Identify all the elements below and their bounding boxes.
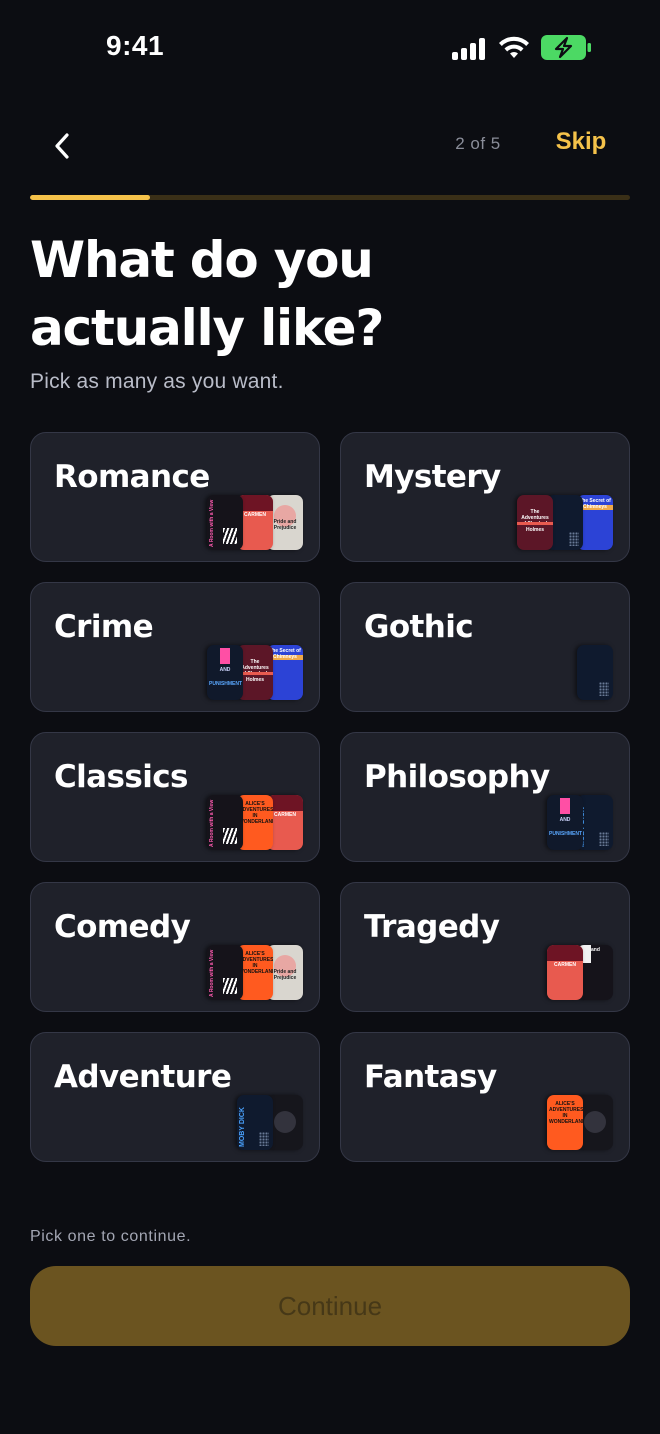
genre-label: Romance <box>54 459 210 495</box>
genre-label: Crime <box>54 609 154 645</box>
page-title-line-1: What do you <box>30 231 374 289</box>
wifi-icon <box>499 36 529 58</box>
page-title-line-2: actually like? <box>30 299 384 357</box>
genre-label: Philosophy <box>364 759 550 795</box>
genre-card-tragedy[interactable]: Tragedy and CARMEN <box>340 882 630 1012</box>
status-bar: 9:41 <box>0 0 660 96</box>
genre-label: Adventure <box>54 1059 232 1095</box>
skip-button[interactable]: Skip <box>545 128 617 156</box>
book-covers: MOBY DICK AND PUNISHMENT <box>547 795 613 851</box>
book-cover-crime-punishment: AND PUNISHMENT <box>207 645 243 700</box>
genre-card-classics[interactable]: Classics CARMEN ALICE'S ADVENTURES IN WO… <box>30 732 320 862</box>
genre-card-romance[interactable]: Romance Pride and Prejudice CARMEN A Roo… <box>30 432 320 562</box>
book-cover-room: A Room with a View <box>207 945 243 1000</box>
chevron-left-icon <box>55 133 69 159</box>
page-subtitle: Pick as many as you want. <box>30 370 284 393</box>
book-covers: Pride and Prejudice CARMEN A Room with a… <box>207 495 303 551</box>
book-covers: ALICE'S ADVENTURES IN WONDERLAND <box>547 1095 613 1151</box>
page-title: What do you actually like? <box>30 226 630 362</box>
continue-hint: Pick one to continue. <box>30 1228 192 1245</box>
back-button[interactable] <box>40 124 84 168</box>
step-counter: 2 of 5 <box>455 134 501 153</box>
progress-bar <box>30 195 630 200</box>
book-covers: The Secret of Chimneys The Adventures of… <box>517 495 613 551</box>
genre-card-mystery[interactable]: Mystery The Secret of Chimneys The Adven… <box>340 432 630 562</box>
genre-card-fantasy[interactable]: Fantasy ALICE'S ADVENTURES IN WONDERLAND <box>340 1032 630 1162</box>
genre-label: Classics <box>54 759 188 795</box>
book-covers: The Secret of Chimneys The Adventures of… <box>207 645 303 701</box>
book-covers: MOBY DICK <box>237 1095 303 1151</box>
cellular-signal-icon <box>452 38 488 60</box>
genre-label: Fantasy <box>364 1059 497 1095</box>
book-cover-sherlock: The Adventures of Sherlock Holmes <box>517 495 553 550</box>
genre-label: Mystery <box>364 459 501 495</box>
book-cover-alice: ALICE'S ADVENTURES IN WONDERLAND <box>547 1095 583 1150</box>
genre-label: Comedy <box>54 909 191 945</box>
book-cover-moby-dick: MOBY DICK <box>237 1095 273 1150</box>
book-covers: and CARMEN <box>547 945 613 1001</box>
genre-card-crime[interactable]: Crime The Secret of Chimneys The Adventu… <box>30 582 320 712</box>
genre-card-comedy[interactable]: Comedy Pride and Prejudice ALICE'S ADVEN… <box>30 882 320 1012</box>
book-covers <box>577 645 613 701</box>
progress-fill <box>30 195 150 200</box>
book-cover-room: A Room with a View <box>207 795 243 850</box>
continue-button[interactable]: Continue <box>30 1266 630 1346</box>
genre-label: Gothic <box>364 609 474 645</box>
status-time: 9:41 <box>106 30 165 61</box>
genre-label: Tragedy <box>364 909 500 945</box>
onboarding-nav: 2 of 5 Skip <box>0 110 660 180</box>
genre-card-philosophy[interactable]: Philosophy MOBY DICK AND PUNISHMENT <box>340 732 630 862</box>
book-cover-crime-punishment: AND PUNISHMENT <box>547 795 583 850</box>
book-cover-dark <box>577 645 613 700</box>
book-cover-room: A Room with a View <box>207 495 243 550</box>
book-cover-carmen: CARMEN <box>547 945 583 1000</box>
book-covers: CARMEN ALICE'S ADVENTURES IN WONDERLAND … <box>207 795 303 851</box>
genre-grid: Romance Pride and Prejudice CARMEN A Roo… <box>30 432 630 1162</box>
genre-card-adventure[interactable]: Adventure MOBY DICK <box>30 1032 320 1162</box>
genre-card-gothic[interactable]: Gothic <box>340 582 630 712</box>
book-covers: Pride and Prejudice ALICE'S ADVENTURES I… <box>207 945 303 1001</box>
battery-charging-icon <box>541 35 591 60</box>
